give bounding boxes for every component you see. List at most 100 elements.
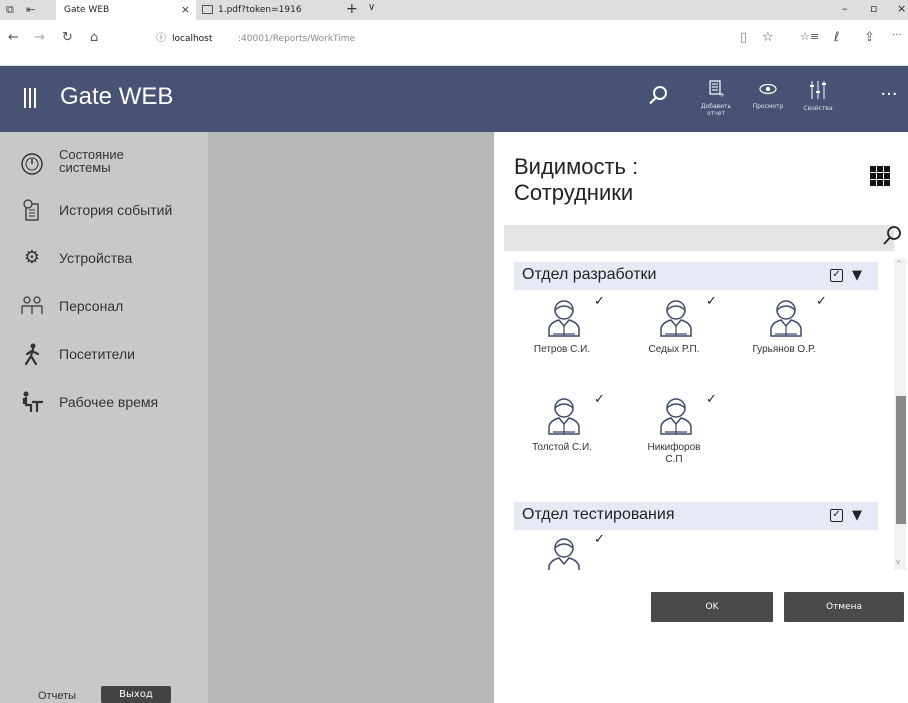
group-header-development[interactable]: Отдел разработки ✓ ▼ <box>514 262 878 290</box>
properties-label: Свойства <box>803 105 833 112</box>
tab-pdf[interactable]: 1.pdf?token=1916 <box>198 0 334 20</box>
employee-list: Отдел разработки ✓ ▼ ✓ Петров С.И. ✓ Сед… <box>504 258 884 570</box>
share-icon[interactable]: ⇪ <box>864 30 875 45</box>
staff-icon <box>21 296 43 314</box>
gauge-icon <box>21 153 43 175</box>
cancel-button[interactable]: Отмена <box>784 592 904 622</box>
search-icon <box>649 86 667 105</box>
employee-name: Петров С.И. <box>533 344 591 355</box>
header-search-button[interactable] <box>636 84 680 110</box>
add-report-icon: + <box>694 80 738 103</box>
set-tabs-aside-icon[interactable]: ⇤ <box>26 3 35 16</box>
group-header-testing[interactable]: Отдел тестирования ✓ ▼ <box>514 502 878 530</box>
new-tab-icon[interactable]: + <box>346 1 358 17</box>
employee-checkmark[interactable]: ✓ <box>706 392 717 407</box>
employee-search-input[interactable] <box>504 225 894 251</box>
employee-card[interactable]: ✓ Седых Р.П. <box>626 294 726 384</box>
tab-gate-web[interactable]: Gate WEB × <box>56 0 196 20</box>
sidebar-item-personnel[interactable]: Персонал <box>0 290 208 330</box>
sidebar-item-devices[interactable]: ⚙ Устройства <box>0 242 208 282</box>
tab-title: Gate WEB <box>64 5 110 15</box>
sidebar-item-label: Персонал <box>59 298 124 314</box>
employee-checkmark[interactable]: ✓ <box>594 294 605 309</box>
employee-checkmark[interactable]: ✓ <box>594 532 605 547</box>
properties-button[interactable]: Свойства <box>796 80 840 112</box>
refresh-icon[interactable]: ↻ <box>62 30 73 45</box>
workdesk-icon <box>22 391 43 412</box>
sidebar-item-visitors[interactable]: Посетители <box>0 338 208 378</box>
scrollbar-thumb[interactable] <box>896 396 906 524</box>
collapse-triangle-icon[interactable]: ▼ <box>852 268 862 283</box>
ok-button[interactable]: OK <box>651 592 773 622</box>
sidebar-item-label: Устройства <box>59 250 133 266</box>
employee-avatar-icon <box>548 398 580 435</box>
search-icon[interactable] <box>882 224 902 246</box>
employee-checkmark[interactable]: ✓ <box>594 392 605 407</box>
tab-preview-icon[interactable]: ⧉ <box>6 3 14 17</box>
employee-avatar-icon <box>548 300 580 337</box>
add-report-button[interactable]: + Добавить отчет <box>694 80 738 117</box>
exit-button[interactable]: Выход <box>101 686 171 703</box>
preview-label: Просмотр <box>752 103 784 110</box>
grid-view-icon[interactable] <box>870 166 890 186</box>
employee-name: Гурьянов О.Р. <box>752 344 816 355</box>
employee-card[interactable]: ✓ Никифоров С.П <box>626 392 726 482</box>
sidebar-item-label: Посетители <box>59 346 135 362</box>
address-bar[interactable]: ⓘ localhost :40001/Reports/WorkTime <box>144 30 764 48</box>
close-window-icon[interactable]: × <box>897 2 906 15</box>
site-info-icon[interactable]: ⓘ <box>156 30 166 48</box>
app-title: Gate WEB <box>60 83 174 110</box>
url-host: localhost <box>172 34 213 44</box>
collapse-triangle-icon[interactable]: ▼ <box>852 508 862 523</box>
dialog-title: Видимость : Сотрудники <box>514 154 774 206</box>
dialog-title-line1: Видимость : <box>514 154 639 179</box>
preview-button[interactable]: Просмотр <box>746 80 790 110</box>
sidebar-item-label: История событий <box>59 202 173 218</box>
forward-icon[interactable]: → <box>34 30 45 45</box>
employee-card[interactable]: ✓ Толстой С.И. <box>514 392 614 482</box>
favorite-star-icon[interactable]: ☆ <box>762 30 774 45</box>
employee-checkmark[interactable]: ✓ <box>816 294 827 309</box>
tab-title: 1.pdf?token=1916 <box>218 5 302 15</box>
content-area-background <box>208 132 494 703</box>
tab-close-icon[interactable]: × <box>181 0 190 20</box>
minimize-icon[interactable]: – <box>842 2 848 15</box>
group-checkbox[interactable]: ✓ <box>830 509 843 522</box>
hamburger-menu-icon[interactable] <box>24 88 40 108</box>
list-scrollbar[interactable]: ^ v <box>894 258 906 570</box>
browser-tab-strip: ⧉ ⇤ Gate WEB × 1.pdf?token=1916 + ∨ – ▫ … <box>0 0 908 20</box>
chevron-down-icon[interactable]: ∨ <box>368 2 375 13</box>
notes-pen-icon[interactable]: ℓ <box>834 30 839 45</box>
eye-icon <box>746 80 790 103</box>
favorites-list-icon[interactable]: ☆≡ <box>800 30 819 43</box>
reading-view-icon[interactable]: ▯ <box>740 30 747 45</box>
scroll-down-icon[interactable]: v <box>896 558 900 566</box>
reports-link[interactable]: Отчеты <box>38 690 76 702</box>
walker-icon <box>24 343 40 366</box>
employee-name: Толстой С.И. <box>532 442 592 453</box>
browser-more-icon[interactable]: ··· <box>892 30 902 41</box>
add-report-label: Добавить отчет <box>700 103 732 117</box>
history-icon <box>23 199 39 221</box>
sidebar-item-system-state[interactable]: Состояние системы <box>0 146 208 186</box>
sidebar-item-work-time[interactable]: Рабочее время <box>0 386 208 426</box>
employee-name: Седых Р.П. <box>648 344 700 355</box>
employee-card[interactable]: ✓ Гурьянов О.Р. <box>736 294 836 384</box>
group-checkbox[interactable]: ✓ <box>830 269 843 282</box>
employee-card[interactable]: ✓ <box>514 532 614 570</box>
sidebar-item-event-history[interactable]: История событий <box>0 194 208 234</box>
employee-checkmark[interactable]: ✓ <box>706 294 717 309</box>
group-name: Отдел тестирования <box>522 506 675 523</box>
sidebar-item-label: Состояние системы <box>59 147 124 175</box>
maximize-icon[interactable]: ▫ <box>870 2 877 15</box>
sidebar: Состояние системы История событий ⚙ Устр… <box>0 132 208 703</box>
back-icon[interactable]: ← <box>8 30 19 45</box>
sidebar-item-label: Рабочее время <box>59 394 159 410</box>
employee-avatar-icon <box>660 398 692 435</box>
document-icon <box>202 5 213 14</box>
home-icon[interactable]: ⌂ <box>90 30 98 45</box>
employee-card[interactable]: ✓ Петров С.И. <box>514 294 614 384</box>
scroll-up-icon[interactable]: ^ <box>896 260 902 268</box>
svg-text:+: + <box>719 91 724 98</box>
more-icon[interactable]: ··· <box>874 84 904 105</box>
